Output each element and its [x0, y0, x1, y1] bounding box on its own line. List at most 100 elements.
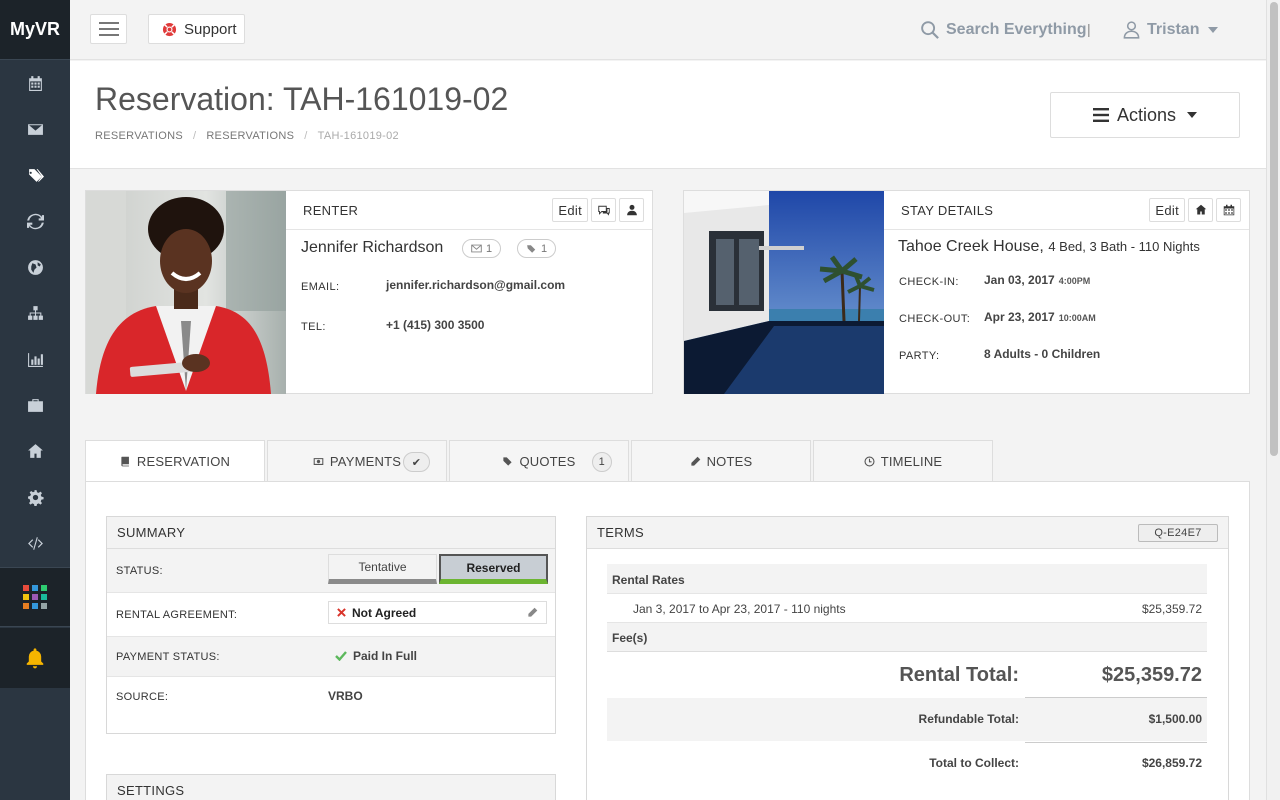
breadcrumb-item[interactable]: RESERVATIONS	[206, 130, 294, 142]
status-tentative-option[interactable]: Tentative	[328, 554, 437, 584]
email-label: EMAIL:	[301, 281, 340, 293]
bell-icon	[26, 648, 44, 669]
sidebar-item-reports[interactable]	[0, 336, 70, 382]
renter-heading: RENTER Edit	[286, 191, 652, 230]
refundable-label: Refundable Total:	[918, 712, 1019, 726]
property-line: Tahoe Creek House, 4 Bed, 3 Bath - 110 N…	[898, 238, 1200, 256]
menu-icon	[98, 22, 119, 24]
pencil-icon[interactable]	[527, 607, 538, 618]
party-value: 8 Adults - 0 Children	[984, 347, 1101, 361]
actions-button[interactable]: Actions	[1050, 92, 1240, 138]
check-icon	[335, 651, 347, 661]
party-label: PARTY:	[899, 350, 940, 362]
tab-timeline[interactable]: TIMELINE	[813, 440, 993, 481]
tab-notes[interactable]: NOTES	[631, 440, 811, 481]
fees-label: Fee(s)	[612, 631, 648, 645]
renter-heading-label: RENTER	[303, 202, 359, 218]
rental-rates-row: Rental Rates	[607, 564, 1207, 594]
calendar-icon	[28, 75, 42, 91]
chevron-down-icon	[1208, 26, 1219, 33]
property-details: 4 Bed, 3 Bath - 110 Nights	[1048, 239, 1200, 254]
status-label: STATUS:	[116, 565, 163, 577]
apps-launcher[interactable]	[0, 567, 70, 627]
renter-email[interactable]: jennifer.richardson@gmail.com	[386, 278, 565, 292]
sidebar-item-business[interactable]	[0, 382, 70, 428]
summary-panel: SUMMARY STATUS: Tentative Reserved RENTA…	[106, 516, 556, 734]
breadcrumb-current: TAH-161019-02	[317, 130, 399, 142]
rate-line-row: Jan 3, 2017 to Apr 23, 2017 - 110 nights…	[607, 594, 1207, 623]
refresh-icon	[26, 213, 44, 229]
sidebar-item-settings[interactable]	[0, 474, 70, 520]
sidebar-item-properties[interactable]	[0, 428, 70, 474]
property-photo	[684, 191, 884, 394]
book-icon	[121, 456, 129, 467]
rate-amount: $25,359.72	[1141, 602, 1202, 616]
money-icon	[313, 457, 324, 465]
status-reserved-option[interactable]: Reserved	[439, 554, 548, 584]
user-icon	[626, 204, 637, 216]
tab-label: QUOTES	[519, 453, 576, 469]
user-icon	[1123, 21, 1140, 39]
tab-payments[interactable]: PAYMENTS ✔	[267, 440, 447, 481]
agreement-label: RENTAL AGREEMENT:	[116, 609, 238, 621]
rental-total-value: $25,359.72	[1101, 664, 1202, 686]
rental-total-row: Rental Total: $25,359.72	[607, 652, 1207, 697]
menu-toggle-button[interactable]	[90, 14, 127, 44]
sidebar-item-websites[interactable]	[0, 244, 70, 290]
stay-details-card: STAY DETAILS Edit Tahoe Creek House, 4 B…	[683, 190, 1250, 394]
source-label: SOURCE:	[116, 691, 169, 703]
stay-heading-label: STAY DETAILS	[901, 202, 994, 218]
notifications-button[interactable]	[0, 628, 70, 688]
envelope-icon	[27, 123, 43, 135]
rate-line: Jan 3, 2017 to Apr 23, 2017 - 110 nights	[633, 602, 846, 616]
tab-quotes[interactable]: QUOTES 1	[449, 440, 629, 481]
user-name: Tristan	[1147, 20, 1200, 38]
renter-tags-badge[interactable]: 1	[517, 239, 557, 258]
breadcrumb-item[interactable]: RESERVATIONS	[95, 130, 183, 142]
quote-id-badge[interactable]: Q-E24E7	[1138, 524, 1218, 542]
calendar-button[interactable]	[1216, 198, 1241, 222]
edit-stay-button[interactable]: Edit	[1149, 198, 1185, 222]
renter-profile-button[interactable]	[619, 198, 644, 222]
brand-logo[interactable]: MyVR	[0, 0, 70, 60]
status-row: STATUS: Tentative Reserved	[107, 549, 555, 593]
sidebar-item-messages[interactable]	[0, 106, 70, 152]
tags-icon	[527, 244, 536, 253]
support-label: Support	[184, 20, 237, 38]
terms-heading-label: TERMS	[597, 525, 644, 540]
sidebar-item-sync[interactable]	[0, 198, 70, 244]
page-scrollbar[interactable]	[1266, 0, 1280, 800]
global-search[interactable]: Search Everything	[920, 20, 1087, 40]
quotes-count-badge: 1	[591, 452, 612, 472]
life-ring-icon	[162, 22, 177, 36]
agreement-field[interactable]: Not Agreed	[328, 601, 547, 624]
property-button[interactable]	[1188, 198, 1213, 222]
source-row: SOURCE: VRBO	[107, 677, 555, 733]
renter-tel[interactable]: +1 (415) 300 3500	[386, 318, 484, 332]
page-title: Reservation: TAH-161019-02	[95, 81, 509, 117]
globe-icon	[27, 259, 43, 275]
sidebar-item-developer[interactable]	[0, 520, 70, 566]
stay-details: STAY DETAILS Edit Tahoe Creek House, 4 B…	[884, 191, 1249, 393]
code-icon	[27, 536, 43, 550]
property-name[interactable]: Tahoe Creek House,	[898, 238, 1044, 255]
sidebar-item-organization[interactable]	[0, 290, 70, 336]
sidebar: MyVR	[0, 0, 70, 800]
summary-heading: SUMMARY	[107, 517, 555, 549]
message-renter-button[interactable]	[591, 198, 616, 222]
checkout-date: Apr 23, 2017	[984, 310, 1055, 324]
renter-messages-badge[interactable]: 1	[462, 239, 502, 258]
user-menu[interactable]: Tristan	[1122, 20, 1219, 39]
payment-status-row: PAYMENT STATUS: Paid In Full	[107, 637, 555, 677]
renter-details: RENTER Edit Jennifer Richardson 1 1 EMAI…	[286, 191, 652, 393]
tab-reservation[interactable]: RESERVATION	[85, 440, 265, 482]
topbar-separator: |	[1087, 21, 1091, 37]
collect-value: $26,859.72	[1141, 756, 1202, 770]
scrollbar-thumb[interactable]	[1270, 2, 1278, 456]
sidebar-item-calendar[interactable]	[0, 60, 70, 106]
support-button[interactable]: Support	[148, 14, 245, 44]
chevron-down-icon	[1187, 112, 1198, 118]
renter-card: RENTER Edit Jennifer Richardson 1 1 EMAI…	[85, 190, 653, 394]
sidebar-item-reservations[interactable]	[0, 152, 70, 198]
edit-renter-button[interactable]: Edit	[552, 198, 588, 222]
